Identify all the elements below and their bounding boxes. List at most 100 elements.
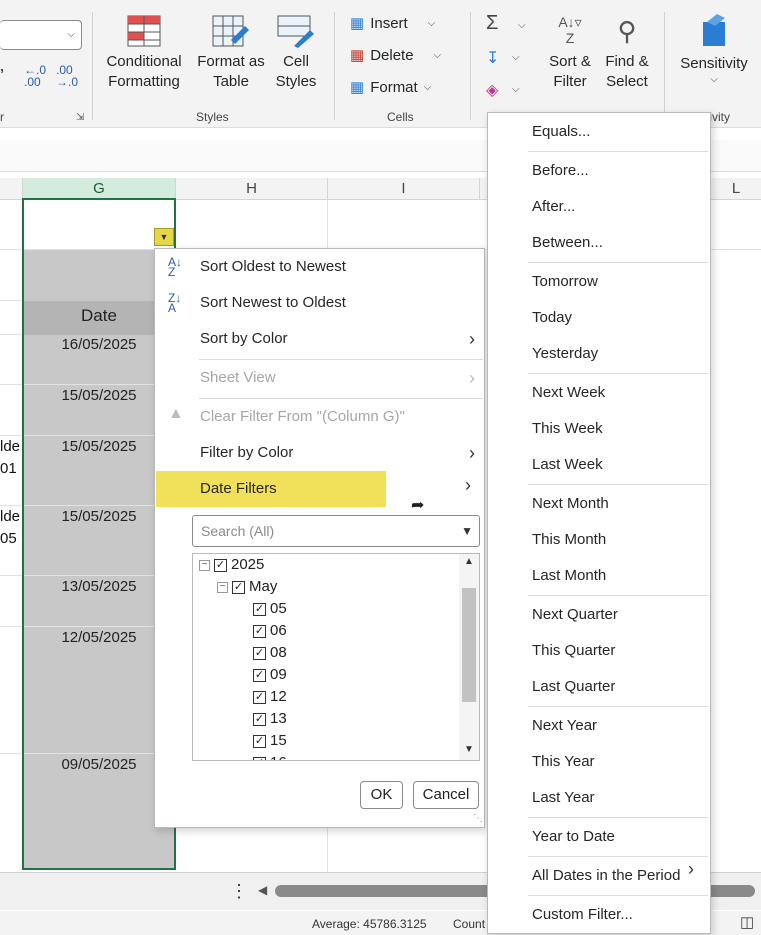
sort-filter-label: Sort & Filter xyxy=(549,53,591,90)
date-filter-between[interactable]: Between... xyxy=(532,225,603,261)
date-filter-next-year[interactable]: Next Year xyxy=(532,708,597,744)
collapse-icon[interactable]: − xyxy=(199,559,210,571)
checkbox-checked-icon[interactable]: ✓ xyxy=(253,690,266,704)
cell-styles-icon xyxy=(277,15,314,48)
checkbox-checked-icon[interactable]: ✓ xyxy=(253,602,266,616)
ok-button[interactable]: OK xyxy=(360,781,403,809)
date-filter-equals[interactable]: Equals... xyxy=(532,114,590,150)
date-filter-this-quarter[interactable]: This Quarter xyxy=(532,633,615,669)
tree-label: 09 xyxy=(270,666,287,683)
column-header-i[interactable]: I xyxy=(328,178,480,200)
date-filter-after[interactable]: After... xyxy=(532,189,575,225)
date-filters[interactable]: Date Filters xyxy=(156,471,386,507)
date-filter-last-year[interactable]: Last Year xyxy=(532,780,595,816)
chevron-down-icon[interactable]: ▼ xyxy=(464,744,474,755)
date-filter-this-month[interactable]: This Month xyxy=(532,522,606,558)
increase-decimal-icon[interactable]: .00 →.0 xyxy=(56,64,78,88)
date-filter-last-month[interactable]: Last Month xyxy=(532,558,606,594)
sort-newest-to-oldest[interactable]: Z↓ A Sort Newest to Oldest xyxy=(156,285,485,321)
chevron-down-icon[interactable]: ⌵ xyxy=(512,52,520,63)
decrease-decimal-icon[interactable]: ←.0.00 xyxy=(24,64,46,88)
tree-node-day[interactable]: ✓ 09 xyxy=(253,664,287,686)
delete-button[interactable]: ▦ Delete ⌵ xyxy=(350,46,442,65)
column-header-partial[interactable] xyxy=(0,178,23,200)
tree-scrollbar-thumb[interactable] xyxy=(462,588,476,702)
checkbox-checked-icon[interactable]: ✓ xyxy=(253,646,266,660)
format-as-table-button[interactable]: Format as Table xyxy=(194,14,268,92)
triangle-down-icon[interactable]: ▼ xyxy=(461,516,473,546)
menu-item-label: Date Filters xyxy=(200,480,277,497)
scroll-left-icon[interactable]: ◀ xyxy=(258,883,267,897)
checkbox-checked-icon[interactable]: ✓ xyxy=(253,734,266,748)
date-filter-all-dates-in-period[interactable]: All Dates in the Period xyxy=(532,858,680,894)
date-filter-next-week[interactable]: Next Week xyxy=(532,375,605,411)
number-group-label: r xyxy=(0,110,4,124)
dialog-launcher-icon[interactable]: ⇲ xyxy=(76,112,84,123)
sort-oldest-to-newest[interactable]: A↓ Z Sort Oldest to Newest xyxy=(156,249,485,285)
resize-grip-icon[interactable]: ⋱ xyxy=(473,813,483,824)
checkbox-checked-icon[interactable]: ✓ xyxy=(253,712,266,726)
sort-filter-button[interactable]: A↓▿ Z Sort & Filter xyxy=(540,14,600,92)
checkbox-checked-icon[interactable]: ✓ xyxy=(232,580,245,594)
date-filter-next-month[interactable]: Next Month xyxy=(532,486,609,522)
column-header-l[interactable]: L xyxy=(711,178,761,200)
col-gridline xyxy=(327,200,328,250)
collapse-icon[interactable]: − xyxy=(217,581,228,593)
date-filter-this-year[interactable]: This Year xyxy=(532,744,595,780)
chevron-down-icon: ⌵ xyxy=(433,49,442,61)
sensitivity-button[interactable]: Sensitivity ⌵ xyxy=(674,14,754,85)
filter-by-color[interactable]: Filter by Color › xyxy=(156,435,485,471)
date-filter-next-quarter[interactable]: Next Quarter xyxy=(532,597,618,633)
chevron-up-icon[interactable]: ▲ xyxy=(464,556,474,567)
tree-node-year[interactable]: − ✓ 2025 xyxy=(199,554,264,576)
page-layout-view-icon[interactable]: ◫ xyxy=(740,913,754,931)
row-gridline xyxy=(0,753,23,754)
filter-dropdown-button[interactable]: ▼ xyxy=(154,228,174,246)
menu-separator xyxy=(528,895,708,896)
date-filter-last-quarter[interactable]: Last Quarter xyxy=(532,669,615,705)
column-header-h[interactable]: H xyxy=(176,178,328,200)
tree-node-day[interactable]: ✓ 12 xyxy=(253,686,287,708)
checkbox-checked-icon[interactable]: ✓ xyxy=(214,558,227,572)
tree-node-day[interactable]: ✓ 08 xyxy=(253,642,287,664)
checkbox-checked-icon[interactable]: ✓ xyxy=(253,624,266,638)
row-gridline xyxy=(0,334,23,335)
cancel-button[interactable]: Cancel xyxy=(413,781,479,809)
date-filter-before[interactable]: Before... xyxy=(532,153,589,189)
comma-style-icon[interactable]: ’ xyxy=(0,66,4,87)
autosum-icon[interactable]: Σ xyxy=(486,12,498,35)
tree-node-day[interactable]: ✓ 13 xyxy=(253,708,287,730)
column-header-g[interactable]: G xyxy=(23,178,176,200)
chevron-down-icon[interactable]: ⌵ xyxy=(518,20,526,31)
fill-icon[interactable]: ↧ xyxy=(486,48,499,68)
format-button[interactable]: ▦ Format ⌵ xyxy=(350,78,431,97)
chevron-down-icon[interactable]: ⌵ xyxy=(512,84,520,95)
clear-eraser-icon[interactable]: ◈ xyxy=(486,80,498,100)
tree-label: 06 xyxy=(270,622,287,639)
tree-scrollbar[interactable]: ▲ ▼ xyxy=(459,554,479,760)
conditional-formatting-button[interactable]: Conditional Formatting xyxy=(98,14,190,92)
tree-node-day[interactable]: ✓ 15 xyxy=(253,730,287,752)
find-select-button[interactable]: ⚲ Find & Select xyxy=(600,14,654,92)
date-filter-year-to-date[interactable]: Year to Date xyxy=(532,819,615,855)
cell-styles-button[interactable]: Cell Styles xyxy=(266,14,326,92)
tree-node-day[interactable]: ✓ 06 xyxy=(253,620,287,642)
date-filter-last-week[interactable]: Last Week xyxy=(532,447,603,483)
chevron-down-icon[interactable]: ⌵ xyxy=(67,29,75,40)
font-name-box[interactable]: ⌵ xyxy=(0,20,82,50)
more-options-icon[interactable]: ⋮ xyxy=(230,881,248,902)
insert-button[interactable]: ▦ Insert ⌵ xyxy=(350,14,435,33)
tree-node-day[interactable]: ✓ 05 xyxy=(253,598,287,620)
date-filter-today[interactable]: Today xyxy=(532,300,572,336)
date-filter-custom[interactable]: Custom Filter... xyxy=(532,897,633,933)
sort-by-color[interactable]: Sort by Color › xyxy=(156,321,485,357)
date-filter-this-week[interactable]: This Week xyxy=(532,411,603,447)
tree-node-day[interactable]: ✓ 16 xyxy=(253,752,287,760)
date-filter-tomorrow[interactable]: Tomorrow xyxy=(532,264,598,300)
filter-search-input[interactable]: Search (All) ▼ xyxy=(192,515,480,547)
tree-node-month[interactable]: − ✓ May xyxy=(217,576,277,598)
date-filter-yesterday[interactable]: Yesterday xyxy=(532,336,598,372)
checkbox-checked-icon[interactable]: ✓ xyxy=(253,756,266,760)
checkbox-checked-icon[interactable]: ✓ xyxy=(253,668,266,682)
tree-label: 16 xyxy=(270,752,287,760)
